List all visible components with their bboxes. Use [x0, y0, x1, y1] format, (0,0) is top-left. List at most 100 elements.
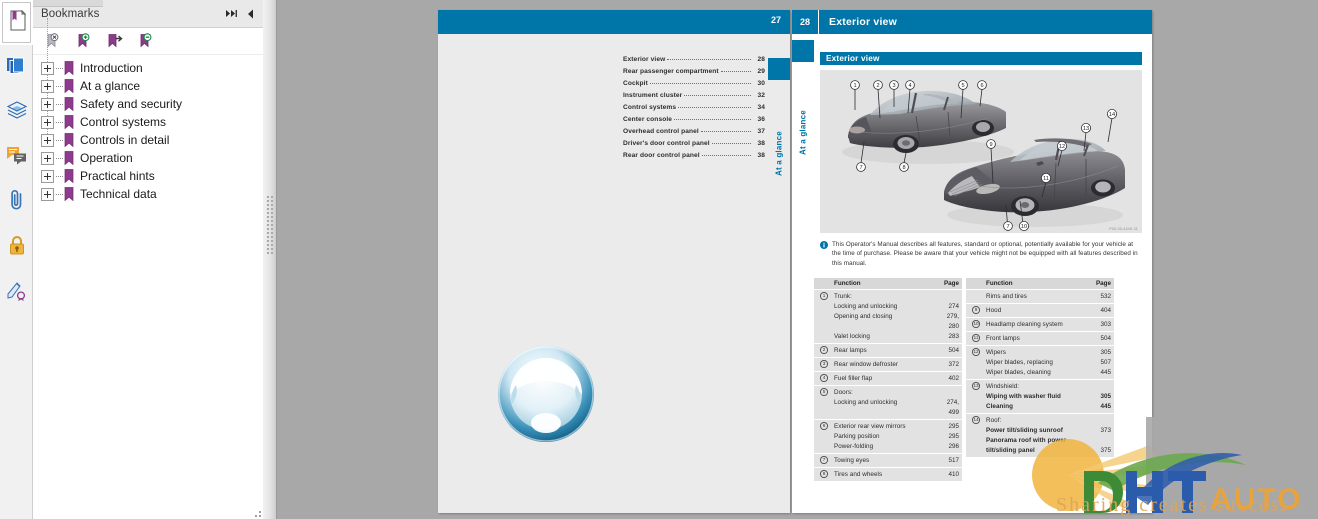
- table-row[interactable]: 10 Headlamp cleaning system 303: [966, 317, 1114, 331]
- toc-row[interactable]: Control systems 34: [623, 102, 765, 114]
- row-page: 373: [1100, 426, 1111, 434]
- table-row[interactable]: 12 Wipers 305 Wiper blades, replacing 507 …: [966, 345, 1114, 379]
- toc-row[interactable]: Exterior view 28: [623, 54, 765, 66]
- bookmark-flag-icon: [63, 60, 75, 76]
- table-row[interactable]: 1 Trunk: Locking and unlocking 274 Openin…: [814, 289, 962, 343]
- bookmarks-toolbar: [33, 28, 263, 55]
- left-triangle-icon[interactable]: [247, 9, 254, 19]
- row-number: 3: [814, 360, 834, 370]
- bookmark-item-control-systems[interactable]: Control systems: [41, 113, 263, 131]
- expand-plus-icon[interactable]: [41, 151, 54, 165]
- rail-item-layers[interactable]: [0, 90, 33, 135]
- expand-plus-icon[interactable]: [41, 133, 54, 147]
- bookmarks-tree: Introduction At a glance Safety and secu…: [33, 18, 263, 203]
- goto-bookmark-icon[interactable]: [106, 33, 123, 50]
- rail-item-attachments[interactable]: [0, 180, 33, 225]
- bookmark-flag-icon: [63, 168, 75, 184]
- bookmark-item-at-a-glance[interactable]: At a glance: [41, 77, 263, 95]
- expand-plus-icon[interactable]: [41, 97, 54, 111]
- row-number: 13: [966, 382, 986, 412]
- pdf-page-left[interactable]: 27 Exterior view 28 Rear passenger compa…: [438, 10, 790, 513]
- tree-dash: [56, 175, 63, 177]
- row-label: Roof:: [986, 416, 1002, 424]
- circled-number: 13: [972, 382, 980, 390]
- table-row[interactable]: 7 Towing eyes 517: [814, 453, 962, 467]
- expand-plus-icon[interactable]: [41, 115, 54, 129]
- row-body: Wipers 305 Wiper blades, replacing 507 Wip…: [986, 348, 1114, 378]
- table-row[interactable]: Rims and tires 532: [966, 289, 1114, 303]
- row-label: Rims and tires: [986, 292, 1027, 300]
- new-bookmark-icon[interactable]: [75, 32, 92, 50]
- toc-row[interactable]: Rear passenger compartment 29: [623, 66, 765, 78]
- pages-thumbnails-icon: [6, 55, 27, 81]
- table-row[interactable]: 8 Tires and wheels 410: [814, 467, 962, 481]
- bookmark-item-technical-data[interactable]: Technical data: [41, 185, 263, 203]
- exterior-view-figure: 1 2 3 4 5 6 7 8 9 10 11 12 13 14 7 P00.0…: [820, 70, 1142, 233]
- toc-entry-page: 38: [757, 140, 765, 147]
- bookmark-item-practical-hints[interactable]: Practical hints: [41, 167, 263, 185]
- toc-row[interactable]: Instrument cluster 32: [623, 90, 765, 102]
- left-page-body: Exterior view 28 Rear passenger compartm…: [438, 34, 790, 513]
- splitter-grip[interactable]: [267, 196, 273, 258]
- toc-row[interactable]: Center console 36: [623, 114, 765, 126]
- row-label: Valet locking: [834, 332, 870, 340]
- toc-row[interactable]: Cockpit 30: [623, 78, 765, 90]
- comments-icon: [6, 145, 27, 170]
- row-label: Rear window defroster: [834, 360, 899, 368]
- rail-item-bookmarks[interactable]: [0, 0, 33, 45]
- right-page-header-band: 28 Exterior view: [792, 10, 1152, 34]
- expand-plus-icon[interactable]: [41, 169, 54, 183]
- expand-plus-icon[interactable]: [41, 61, 54, 75]
- row-body: Rims and tires 532: [986, 292, 1114, 302]
- table-row[interactable]: 3 Rear window defroster 372: [814, 357, 962, 371]
- column-header-page: Page: [1095, 280, 1111, 287]
- toc-row[interactable]: Rear door control panel 38: [623, 150, 765, 162]
- table-row[interactable]: 6 Exterior rear view mirrors 295 Parking …: [814, 419, 962, 453]
- bookmark-flag-icon: [63, 78, 75, 94]
- toc-entry-page: 30: [757, 80, 765, 87]
- bookmark-item-safety-and-security[interactable]: Safety and security: [41, 95, 263, 113]
- pdf-page-right[interactable]: 28 Exterior view At a glance Exterior vi…: [792, 10, 1152, 513]
- table-row[interactable]: 11 Front lamps 504: [966, 331, 1114, 345]
- double-right-arrow-icon[interactable]: [225, 9, 238, 18]
- row-body: Headlamp cleaning system 303: [986, 320, 1114, 330]
- rail-item-comments[interactable]: [0, 135, 33, 180]
- info-icon: [820, 240, 828, 268]
- table-row[interactable]: 4 Fuel filler flap 402: [814, 371, 962, 385]
- row-label: Rear lamps: [834, 346, 867, 354]
- info-note: This Operator's Manual describes all fea…: [820, 240, 1142, 268]
- row-page: 402: [948, 374, 959, 382]
- panel-splitter[interactable]: [263, 0, 277, 519]
- car-diagram-svg: 1 2 3 4 5 6 7 8 9 10 11 12 13 14 7: [820, 70, 1142, 233]
- toc-entry-page: 37: [757, 128, 765, 135]
- watermark-brand-gray: [1146, 417, 1318, 485]
- table-row[interactable]: 5 Doors: Locking and unlocking 274, 499: [814, 385, 962, 419]
- bookmark-item-operation[interactable]: Operation: [41, 149, 263, 167]
- bookmark-item-introduction[interactable]: Introduction: [41, 59, 263, 77]
- toc-row[interactable]: Overhead control panel 37: [623, 126, 765, 138]
- table-row[interactable]: 13 Windshield: Wiping with washer fluid 3…: [966, 379, 1114, 413]
- row-number: 6: [814, 422, 834, 452]
- svg-text:5: 5: [961, 83, 964, 89]
- row-number: 5: [814, 388, 834, 418]
- row-body: Rear lamps 504: [834, 346, 962, 356]
- circled-number: 1: [820, 292, 828, 300]
- table-row[interactable]: 9 Hood 404: [966, 303, 1114, 317]
- row-body: Towing eyes 517: [834, 456, 962, 466]
- table-row[interactable]: 14 Roof: Power tilt/sliding sunroof 373 P…: [966, 413, 1114, 457]
- callout-6: 6: [977, 80, 987, 90]
- expand-plus-icon[interactable]: [41, 79, 54, 93]
- rail-item-signatures[interactable]: [0, 270, 33, 315]
- row-body: Windshield: Wiping with washer fluid 305 …: [986, 382, 1114, 412]
- row-label: Locking and unlocking: [834, 302, 898, 310]
- rail-item-security[interactable]: [0, 225, 33, 270]
- panel-resize-grip[interactable]: [253, 509, 263, 519]
- svg-text:3: 3: [892, 83, 895, 89]
- expand-plus-icon[interactable]: [41, 187, 54, 201]
- document-view[interactable]: 27 Exterior view 28 Rear passenger compa…: [278, 0, 1318, 519]
- table-row[interactable]: 2 Rear lamps 504: [814, 343, 962, 357]
- bookmark-item-controls-in-detail[interactable]: Controls in detail: [41, 131, 263, 149]
- bookmark-options-icon[interactable]: [137, 32, 154, 50]
- rail-item-page-thumbnails[interactable]: [0, 45, 33, 90]
- toc-row[interactable]: Driver's door control panel 38: [623, 138, 765, 150]
